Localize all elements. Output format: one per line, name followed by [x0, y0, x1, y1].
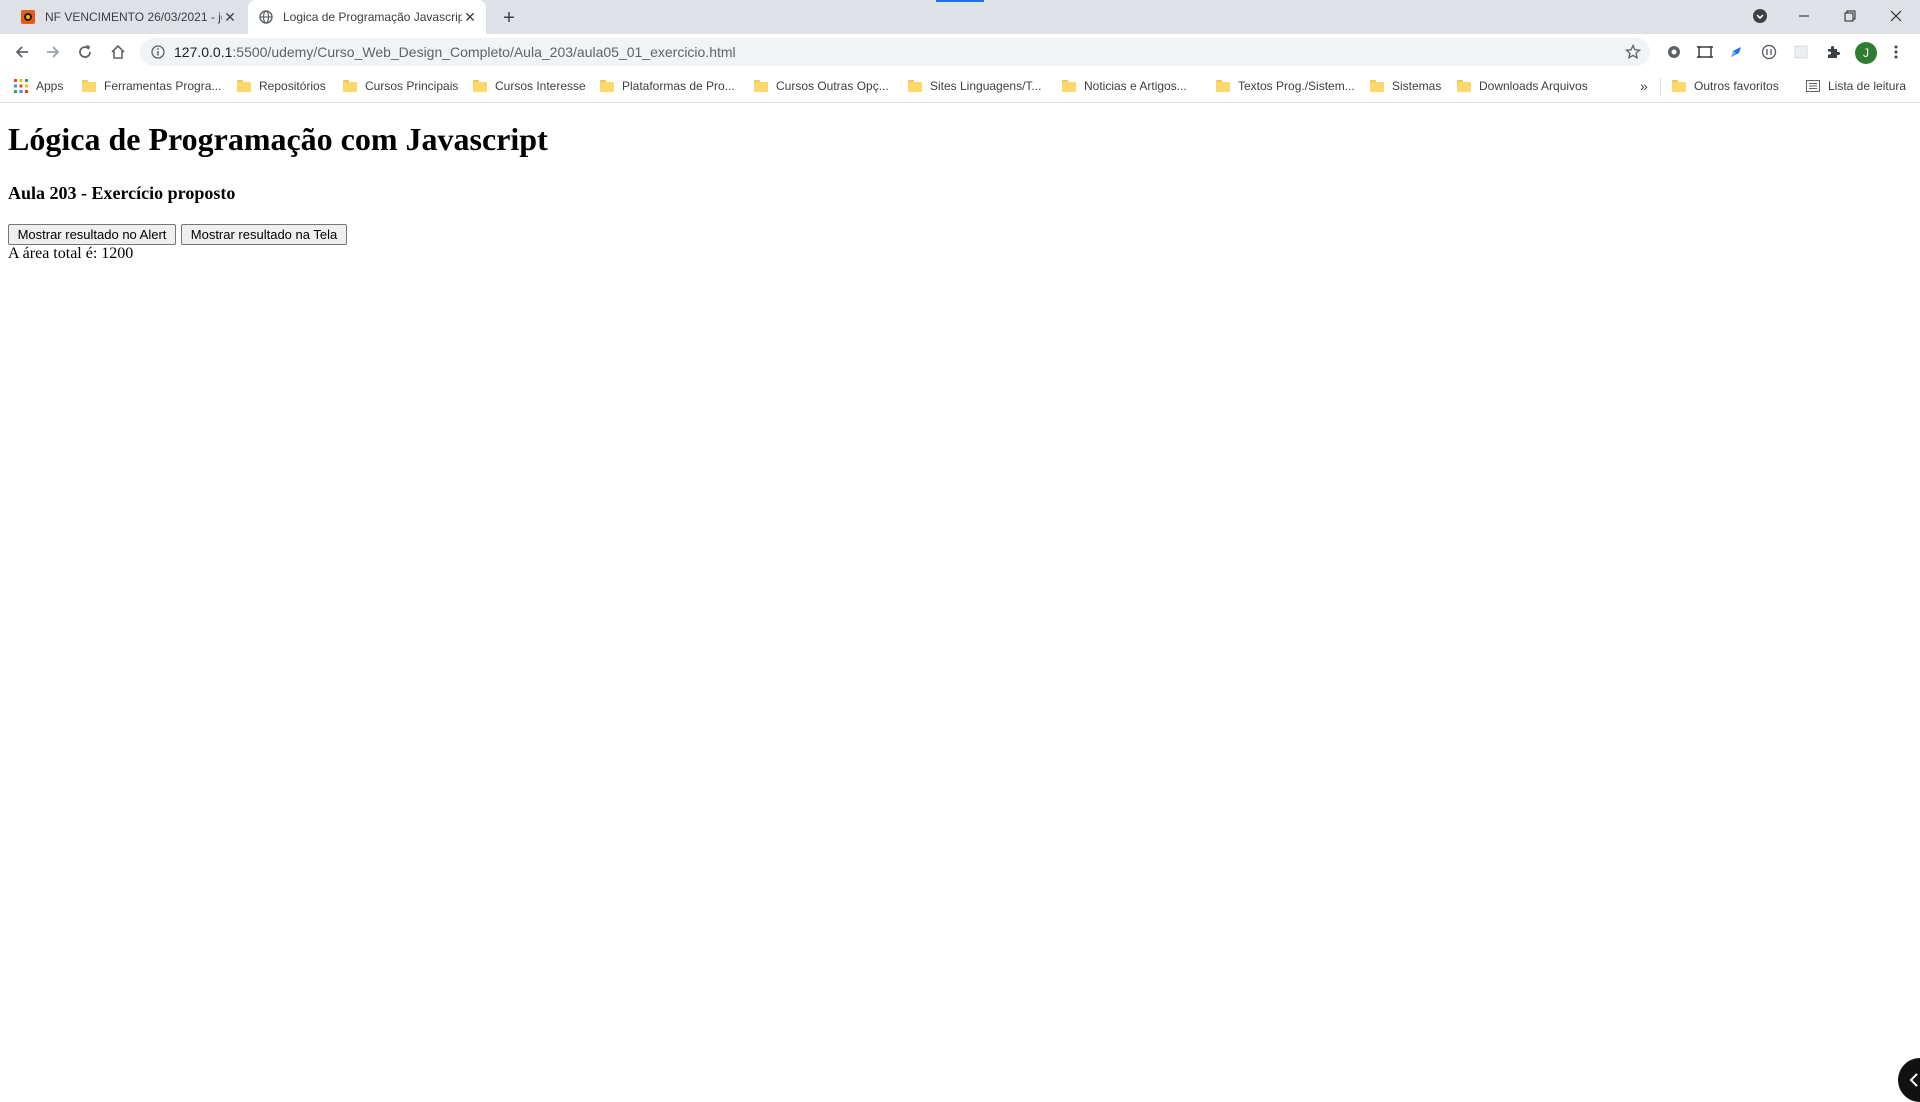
- bookmark-label: Plataformas de Pro...: [622, 79, 735, 93]
- bookmark-folder[interactable]: Textos Prog./Sistem...: [1216, 77, 1355, 95]
- tab-strip: NF VENCIMENTO 26/03/2021 - jo ✕ Logica d…: [0, 0, 1920, 34]
- browser-chrome: NF VENCIMENTO 26/03/2021 - jo ✕ Logica d…: [0, 0, 1920, 103]
- forward-button[interactable]: [39, 38, 67, 66]
- dark-reader-extension-icon[interactable]: [1758, 41, 1780, 63]
- bookmark-folder[interactable]: Downloads Arquivos: [1457, 77, 1588, 95]
- result-text: A área total é: 1200: [8, 245, 134, 262]
- bookmark-folder[interactable]: Repositórios: [237, 77, 326, 95]
- bookmark-star-icon[interactable]: [1624, 43, 1642, 61]
- tab-title: NF VENCIMENTO 26/03/2021 - jo: [45, 10, 222, 24]
- minimize-button[interactable]: [1781, 0, 1827, 32]
- bookmark-label: Textos Prog./Sistem...: [1238, 79, 1355, 93]
- show-screen-button[interactable]: Mostrar resultado na Tela: [181, 224, 347, 245]
- bookmark-other-favorites[interactable]: Outros favoritos: [1672, 77, 1779, 95]
- bookmark-label: Outros favoritos: [1694, 79, 1779, 93]
- folder-icon: [1216, 80, 1230, 92]
- floating-toggle-button[interactable]: [1898, 1058, 1920, 1102]
- home-icon: [111, 44, 125, 59]
- page-subtitle: Aula 203 - Exercício proposto: [8, 183, 236, 203]
- address-bar[interactable]: 127.0.0.1:5500/udemy/Curso_Web_Design_Co…: [140, 38, 1650, 66]
- page-content: Lógica de Programação com Javascript Aul…: [0, 103, 1920, 1102]
- tab-search-button[interactable]: [1737, 0, 1783, 32]
- restore-button[interactable]: [1827, 0, 1873, 32]
- tab-logica-programacao[interactable]: Logica de Programação Javascrip ✕: [248, 0, 486, 34]
- puzzle-icon[interactable]: [1822, 41, 1844, 63]
- bookmark-label: Repositórios: [259, 79, 326, 93]
- blank-extension-icon[interactable]: [1790, 41, 1812, 63]
- toolbar: 127.0.0.1:5500/udemy/Curso_Web_Design_Co…: [0, 34, 1920, 70]
- url-text[interactable]: 127.0.0.1:5500/udemy/Curso_Web_Design_Co…: [174, 44, 736, 60]
- folder-icon: [1062, 80, 1076, 92]
- bookmark-label: Cursos Outras Opç...: [776, 79, 889, 93]
- pencil-extension-icon[interactable]: [1725, 41, 1747, 63]
- bookmark-folder[interactable]: Ferramentas Progra...: [82, 77, 221, 95]
- bookmark-label: Ferramentas Progra...: [104, 79, 222, 93]
- bookmarks-bar: Apps Ferramentas Progra... Repositórios …: [0, 70, 1920, 103]
- bookmark-folder[interactable]: Noticias e Artigos...: [1062, 77, 1187, 95]
- screenshot-extension-icon[interactable]: [1694, 41, 1716, 63]
- folder-icon: [343, 80, 357, 92]
- folder-icon: [600, 80, 614, 92]
- folder-icon: [908, 80, 922, 92]
- bookmark-folder[interactable]: Cursos Outras Opç...: [754, 77, 889, 95]
- close-window-button[interactable]: [1873, 0, 1919, 32]
- reading-list-icon: [1806, 80, 1820, 92]
- back-button[interactable]: [8, 38, 36, 66]
- folder-icon: [237, 80, 251, 92]
- reading-list-button[interactable]: Lista de leitura: [1806, 77, 1906, 95]
- bookmark-label: Sites Linguagens/T...: [930, 79, 1042, 93]
- reload-icon: [79, 45, 91, 58]
- reload-button[interactable]: [71, 38, 99, 66]
- chevron-left-icon: [1909, 1073, 1918, 1087]
- close-icon[interactable]: ✕: [462, 9, 478, 25]
- restore-icon: [1844, 10, 1856, 22]
- bookmarks-overflow-button[interactable]: »: [1640, 77, 1648, 95]
- show-alert-button[interactable]: Mostrar resultado no Alert: [8, 224, 176, 245]
- tab-title: Logica de Programação Javascrip: [283, 10, 462, 24]
- avatar[interactable]: J: [1855, 42, 1877, 64]
- orange-app-icon: [20, 9, 36, 25]
- close-icon: [1890, 10, 1902, 22]
- bookmark-folder[interactable]: Cursos Interesse: [473, 77, 586, 95]
- bookmark-label: Cursos Principais: [365, 79, 459, 93]
- reading-list-label: Lista de leitura: [1828, 79, 1907, 93]
- bookmark-folder[interactable]: Cursos Principais: [343, 77, 458, 95]
- arrow-left-icon: [15, 46, 28, 58]
- bookmark-label: Downloads Arquivos: [1479, 79, 1588, 93]
- page-title: Lógica de Programação com Javascript: [8, 121, 548, 157]
- tab-indicator: [936, 0, 984, 2]
- bookmark-folder[interactable]: Sistemas: [1370, 77, 1441, 95]
- info-icon[interactable]: [150, 44, 166, 60]
- arrow-right-icon: [47, 46, 60, 58]
- bookmark-label: Cursos Interesse: [495, 79, 586, 93]
- close-icon[interactable]: ✕: [222, 9, 238, 25]
- minimize-icon: [1799, 15, 1809, 17]
- bookmarks-divider: [1660, 78, 1661, 96]
- bookmark-folder[interactable]: Plataformas de Pro...: [600, 77, 735, 95]
- extension-gear-icon[interactable]: [1663, 41, 1685, 63]
- folder-icon: [1370, 80, 1384, 92]
- folder-icon: [1457, 80, 1471, 92]
- bookmark-apps[interactable]: Apps: [14, 77, 63, 95]
- tab-nf-vencimento[interactable]: NF VENCIMENTO 26/03/2021 - jo ✕: [10, 0, 246, 34]
- bookmark-label: Sistemas: [1392, 79, 1442, 93]
- folder-icon: [754, 80, 768, 92]
- url-path: :5500/udemy/Curso_Web_Design_Completo/Au…: [232, 44, 736, 60]
- folder-icon: [82, 80, 96, 92]
- globe-icon: [258, 9, 274, 25]
- folder-icon: [473, 80, 487, 92]
- url-host: 127.0.0.1: [174, 44, 233, 60]
- chevron-down-icon: [1753, 9, 1767, 23]
- new-tab-button[interactable]: +: [498, 7, 520, 29]
- home-button[interactable]: [104, 38, 132, 66]
- bookmark-label: Apps: [36, 79, 64, 93]
- folder-icon: [1672, 80, 1686, 92]
- bookmark-folder[interactable]: Sites Linguagens/T...: [908, 77, 1041, 95]
- bookmark-label: Noticias e Artigos...: [1084, 79, 1187, 93]
- menu-dots-icon[interactable]: [1885, 41, 1907, 63]
- apps-grid-icon: [14, 79, 28, 93]
